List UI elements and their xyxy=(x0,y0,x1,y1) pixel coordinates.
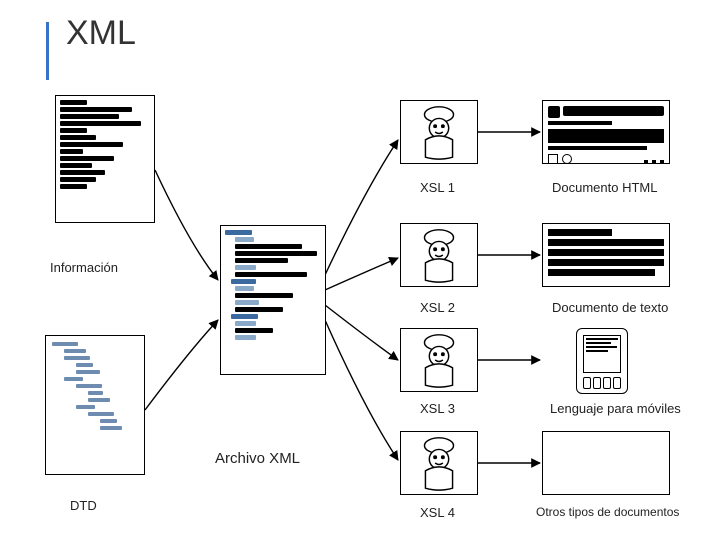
page-title: XML xyxy=(66,14,136,53)
chef-icon-xsl2 xyxy=(400,223,478,287)
xsl3-label: XSL 3 xyxy=(420,401,455,416)
output-text-box xyxy=(542,223,670,287)
output-other-label: Otros tipos de documentos xyxy=(536,505,679,519)
info-label: Información xyxy=(50,260,118,275)
output-other-box xyxy=(542,431,670,495)
xsl1-label: XSL 1 xyxy=(420,180,455,195)
output-mobile-box xyxy=(576,328,628,394)
chef-icon-xsl1 xyxy=(400,100,478,164)
xsl2-label: XSL 2 xyxy=(420,300,455,315)
dtd-box xyxy=(45,335,145,475)
chef-icon-xsl3 xyxy=(400,328,478,392)
output-text-label: Documento de texto xyxy=(552,300,668,315)
output-mobile-label: Lenguaje para móviles xyxy=(550,401,681,416)
archivo-xml-label: Archivo XML xyxy=(215,450,300,467)
output-html-box xyxy=(542,100,670,164)
info-box xyxy=(55,95,155,223)
accent-bar xyxy=(46,22,49,80)
chef-icon-xsl4 xyxy=(400,431,478,495)
dtd-label: DTD xyxy=(70,498,97,513)
xsl4-label: XSL 4 xyxy=(420,505,455,520)
output-html-label: Documento HTML xyxy=(552,180,657,195)
archivo-xml-box xyxy=(220,225,326,375)
